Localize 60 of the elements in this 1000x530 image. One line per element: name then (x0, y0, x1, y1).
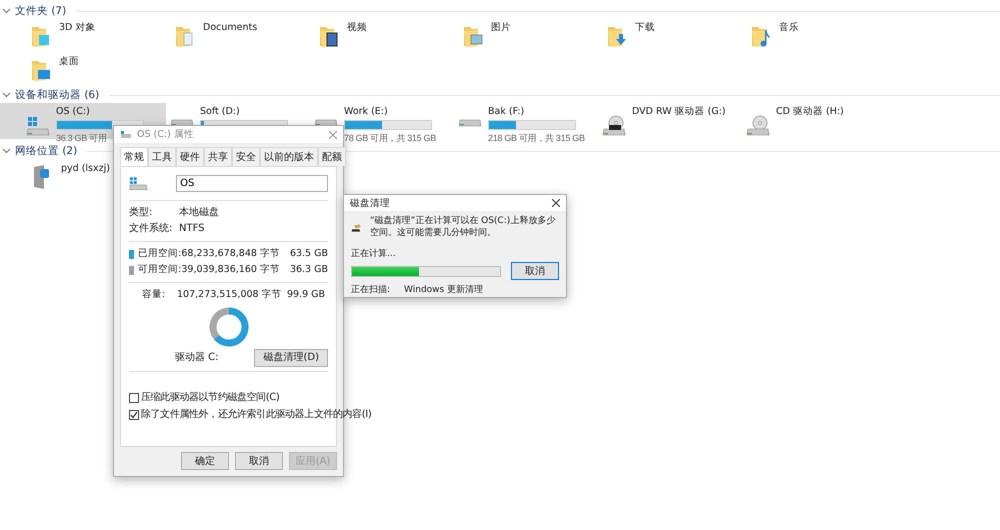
dialog-button[interactable]: 取消 (235, 452, 283, 470)
folder-tile[interactable]: 音乐 (748, 19, 892, 53)
tab[interactable]: 常规 (120, 147, 148, 166)
free-space-text: 218 GB 可用，共 315 GB (488, 132, 585, 144)
item-name: OS (C:) (56, 106, 90, 118)
byte-count: 39,039,836,160 字节 (181, 264, 280, 276)
tab[interactable]: 共享 (204, 147, 232, 166)
tab[interactable]: 配额 (318, 147, 346, 166)
size-value: 36.3 GB (290, 264, 328, 276)
size-value: 63.5 GB (290, 248, 328, 260)
folder-tile[interactable]: 图片 (460, 19, 604, 53)
dialog-button[interactable]: 确定 (181, 452, 229, 470)
group-header[interactable]: 设备和驱动器 (6) (15, 88, 100, 102)
field-label: 文件系统: (129, 223, 174, 235)
name-field[interactable]: OS (176, 175, 328, 192)
item-name: pyd (lsxzj) (61, 163, 110, 175)
folder-tile[interactable]: 3D 对象 (28, 19, 172, 53)
byte-count: 68,233,678,848 字节 (181, 248, 280, 260)
drive-tile[interactable]: DVD RW 驱动器 (G:) (598, 103, 742, 139)
scan-label: 正在扫描: (351, 284, 390, 296)
cancel-button[interactable]: 取消 (511, 262, 559, 280)
item-name: Bak (F:) (488, 106, 524, 118)
free-space-text: 78 GB 可用，共 315 GB (344, 132, 436, 144)
folder-tile[interactable]: 视频 (316, 19, 460, 53)
item-name: 3D 对象 (59, 22, 96, 34)
item-name: Work (E:) (344, 106, 388, 118)
checkbox-label: 除了文件属性外，还允许索引此驱动器上文件的内容(I) (141, 409, 372, 421)
field-value: 本地磁盘 (179, 207, 219, 219)
group-header[interactable]: 文件夹 (7) (15, 4, 66, 18)
message-text: “磁盘清理”正在计算可以在 OS(C:)上释放多少空间。这可能需要几分钟时间。 (370, 215, 556, 239)
item-name: DVD RW 驱动器 (G:) (632, 106, 726, 118)
folder-tile[interactable]: 下载 (604, 19, 748, 53)
group-header[interactable]: 网络位置 (2) (15, 144, 78, 158)
folder-tile[interactable]: 桌面 (28, 53, 172, 87)
item-name: Documents (203, 22, 258, 34)
item-name: 下载 (635, 22, 655, 34)
item-name: 图片 (491, 22, 511, 34)
disk-cleanup-button[interactable]: 磁盘清理(D) (254, 349, 328, 367)
item-name: 音乐 (779, 22, 799, 34)
tab[interactable]: 以前的版本 (260, 147, 318, 166)
window-title: 磁盘清理 (350, 196, 391, 210)
checkbox-label: 压缩此驱动器以节约磁盘空间(C) (141, 392, 280, 404)
item-name: 视频 (347, 22, 367, 34)
status-text: 正在计算... (351, 248, 397, 260)
item-name: CD 驱动器 (H:) (776, 106, 844, 118)
field-label: 容量: (142, 289, 166, 301)
size-value: 99.9 GB (287, 289, 326, 301)
field-value: NTFS (179, 223, 205, 235)
item-name: 桌面 (59, 56, 79, 68)
field-label: 类型: (129, 207, 154, 219)
tab[interactable]: 工具 (148, 147, 176, 166)
tab[interactable]: 安全 (232, 147, 260, 166)
drive-label: 驱动器 C: (174, 352, 218, 364)
folder-tile[interactable]: Documents (172, 19, 316, 53)
field-label: 已用空间: (138, 248, 182, 260)
drive-tile[interactable]: CD 驱动器 (H:) (742, 103, 886, 139)
tab[interactable]: 硬件 (176, 147, 204, 166)
scan-value: Windows 更新清理 (404, 284, 484, 296)
item-name: Soft (D:) (200, 106, 240, 118)
field-label: 可用空间: (138, 264, 182, 276)
